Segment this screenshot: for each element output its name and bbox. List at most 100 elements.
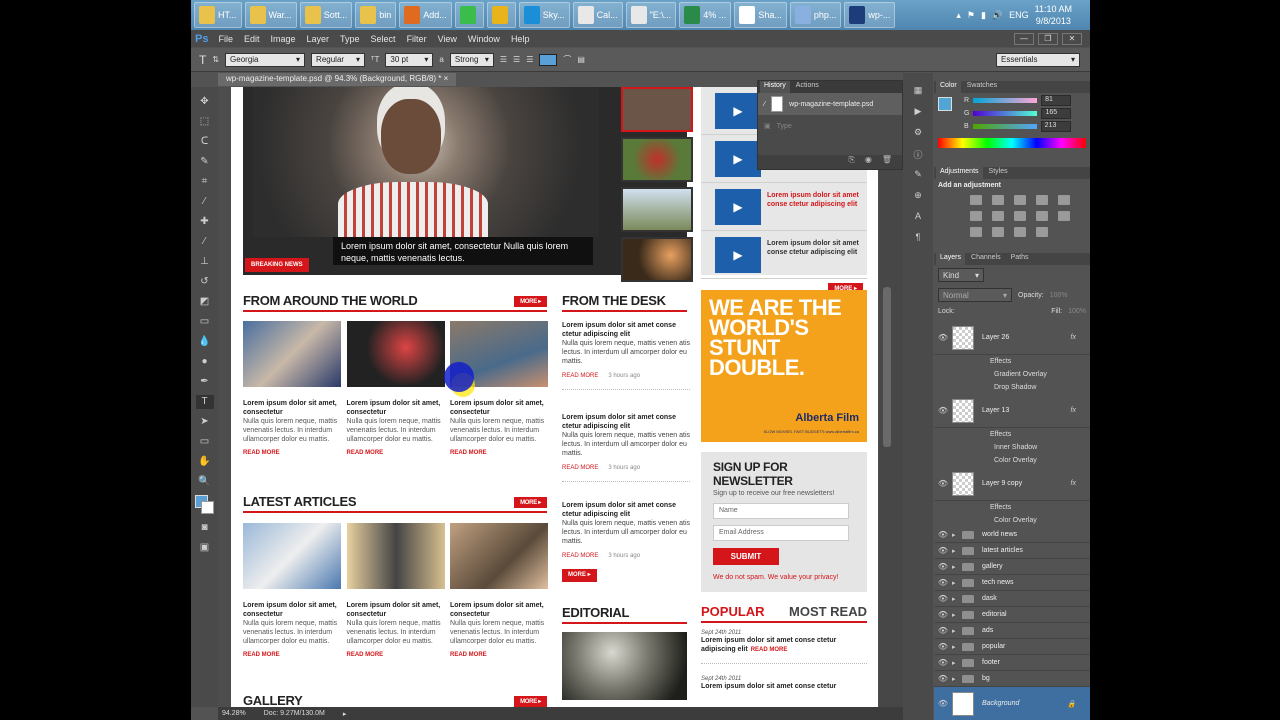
menu-image[interactable]: Image bbox=[271, 34, 296, 44]
article-title[interactable]: Lorem ipsum dolor sit amet, consectetur bbox=[347, 399, 445, 417]
healing-tool-icon[interactable]: ✚ bbox=[196, 215, 214, 229]
menu-window[interactable]: Window bbox=[468, 34, 500, 44]
paragraph-panel-icon[interactable]: ¶ bbox=[910, 232, 926, 246]
more-button[interactable]: MORE ▸ bbox=[514, 296, 547, 307]
info-panel-icon[interactable]: ⓘ bbox=[910, 148, 926, 162]
language-indicator[interactable]: ENG bbox=[1009, 10, 1029, 20]
orientation-icon[interactable]: ⇅ bbox=[212, 55, 219, 64]
expand-arrow-icon[interactable]: ▸ bbox=[952, 675, 962, 683]
layer-group[interactable]: 👁 ▸ footer bbox=[934, 655, 1090, 671]
eraser-tool-icon[interactable]: ◩ bbox=[196, 295, 214, 309]
marquee-tool-icon[interactable]: ⬚ bbox=[196, 115, 214, 129]
popular-title[interactable]: Lorem ipsum dolor sit amet conse ctetur … bbox=[701, 636, 867, 655]
tab-layers[interactable]: Layers bbox=[936, 253, 966, 265]
tab-color[interactable]: Color bbox=[936, 81, 961, 93]
menu-edit[interactable]: Edit bbox=[244, 34, 260, 44]
email-field[interactable]: Email Address bbox=[713, 525, 849, 541]
restore-button[interactable]: ❐ bbox=[1038, 32, 1058, 45]
layer-row[interactable]: 👁 Layer 13 fx bbox=[934, 394, 1090, 428]
read-more-link[interactable]: READ MORE bbox=[450, 652, 548, 658]
warp-text-icon[interactable]: ⌒ bbox=[563, 54, 571, 65]
screen-mode-icon[interactable]: ▣ bbox=[196, 541, 214, 555]
article-image[interactable] bbox=[346, 523, 445, 589]
zoom-level[interactable]: 94.28% bbox=[222, 710, 246, 717]
pen-tool-icon[interactable]: ✒ bbox=[196, 375, 214, 389]
visibility-eye-icon[interactable]: 👁 bbox=[934, 626, 952, 635]
lasso-tool-icon[interactable]: ᑕ bbox=[196, 135, 214, 149]
text-color-swatch[interactable] bbox=[539, 53, 558, 66]
fx-icon[interactable]: fx bbox=[1071, 480, 1076, 487]
article-title[interactable]: Lorem ipsum dolor sit amet, consectetur bbox=[347, 601, 445, 619]
dodge-tool-icon[interactable]: ● bbox=[196, 355, 214, 369]
read-more-link[interactable]: READ MORE bbox=[562, 553, 598, 559]
desk-title[interactable]: Lorem ipsum dolor sit amet conse ctetur … bbox=[562, 501, 690, 519]
menu-type[interactable]: Type bbox=[340, 34, 360, 44]
actions-panel-icon[interactable]: ▶ bbox=[910, 106, 926, 120]
vibrance-icon[interactable] bbox=[1058, 195, 1070, 205]
taskbar-button[interactable]: "E:\... bbox=[625, 2, 677, 28]
brush-panel-icon[interactable]: ✎ bbox=[910, 169, 926, 183]
color-swatches[interactable] bbox=[194, 495, 215, 515]
expand-arrow-icon[interactable]: ▸ bbox=[952, 659, 962, 667]
tab-actions[interactable]: Actions bbox=[792, 81, 823, 93]
antialias-select[interactable]: Strong ▾ bbox=[449, 52, 494, 67]
align-center-icon[interactable]: ☰ bbox=[513, 55, 520, 64]
eyedropper-tool-icon[interactable]: ⁄ bbox=[196, 195, 214, 209]
opacity-value[interactable]: 100% bbox=[1050, 292, 1068, 299]
quick-select-tool-icon[interactable]: ✎ bbox=[196, 155, 214, 169]
red-slider[interactable]: R 81 bbox=[964, 95, 1090, 106]
new-doc-icon[interactable]: ⎘ bbox=[848, 155, 854, 169]
layer-group[interactable]: 👁 ▸ dask bbox=[934, 591, 1090, 607]
menu-view[interactable]: View bbox=[438, 34, 457, 44]
video-item[interactable]: ▶ Lorem ipsum dolor sit amet conse ctetur… bbox=[701, 183, 867, 231]
effect-row[interactable]: Color Overlay bbox=[934, 514, 1090, 527]
menu-file[interactable]: File bbox=[218, 34, 233, 44]
history-brush-icon[interactable]: ↺ bbox=[196, 275, 214, 289]
history-panel-icon[interactable]: ▦ bbox=[910, 85, 926, 99]
network-icon[interactable]: ▮ bbox=[981, 10, 986, 21]
tab-swatches[interactable]: Swatches bbox=[963, 81, 1001, 93]
visibility-eye-icon[interactable]: 👁 bbox=[934, 546, 952, 555]
zoom-tool-icon[interactable]: 🔍 bbox=[196, 475, 214, 489]
effect-row[interactable]: Color Overlay bbox=[934, 454, 1090, 467]
visibility-eye-icon[interactable]: 👁 bbox=[934, 610, 952, 619]
expand-arrow-icon[interactable]: ▸ bbox=[952, 627, 962, 635]
read-more-link[interactable]: READ MORE bbox=[450, 450, 548, 456]
taskbar-button[interactable]: Add... bbox=[399, 2, 452, 28]
properties-panel-icon[interactable]: ⚙ bbox=[910, 127, 926, 141]
document-canvas[interactable]: Lorem ipsum dolor sit amet, consectetur … bbox=[231, 87, 878, 707]
color-spectrum[interactable] bbox=[938, 138, 1086, 148]
threshold-icon[interactable] bbox=[1014, 227, 1026, 237]
fx-icon[interactable]: fx bbox=[1071, 334, 1076, 341]
bw-icon[interactable] bbox=[1014, 211, 1026, 221]
menu-layer[interactable]: Layer bbox=[307, 34, 330, 44]
layer-group[interactable]: 👁 ▸ latest articles bbox=[934, 543, 1090, 559]
layer-group[interactable]: 👁 ▸ bg bbox=[934, 671, 1090, 687]
tab-popular[interactable]: POPULAR bbox=[701, 604, 765, 619]
fx-icon[interactable]: fx bbox=[1071, 407, 1076, 414]
read-more-link[interactable]: READ MORE bbox=[562, 465, 598, 471]
visibility-eye-icon[interactable]: 👁 bbox=[934, 562, 952, 571]
hero-thumb[interactable] bbox=[621, 187, 693, 232]
editorial-image[interactable] bbox=[562, 632, 687, 700]
hero-thumb[interactable] bbox=[621, 87, 693, 132]
clone-panel-icon[interactable]: ⊕ bbox=[910, 190, 926, 204]
play-icon[interactable]: ▶ bbox=[715, 189, 761, 225]
doc-size[interactable]: Doc: 9.27M/130.0M bbox=[264, 710, 325, 717]
taskbar-button[interactable]: HT... bbox=[194, 2, 242, 28]
hand-tool-icon[interactable]: ✋ bbox=[196, 455, 214, 469]
expand-arrow-icon[interactable]: ▸ bbox=[952, 531, 962, 539]
effect-row[interactable]: Drop Shadow bbox=[934, 381, 1090, 394]
crop-tool-icon[interactable]: ⌗ bbox=[196, 175, 214, 189]
read-more-link[interactable]: READ MORE bbox=[562, 373, 598, 379]
tab-most-read[interactable]: MOST READ bbox=[789, 604, 867, 619]
video-title[interactable]: Lorem ipsum dolor sit amet conse ctetur … bbox=[767, 191, 859, 209]
photo-filter-icon[interactable] bbox=[1036, 211, 1048, 221]
expand-arrow-icon[interactable]: ▸ bbox=[952, 563, 962, 571]
article-image[interactable] bbox=[243, 321, 341, 387]
green-slider[interactable]: G 165 bbox=[964, 108, 1090, 119]
layer-group[interactable]: 👁 ▸ ads bbox=[934, 623, 1090, 639]
article-image[interactable] bbox=[346, 321, 445, 387]
visibility-eye-icon[interactable]: 👁 bbox=[934, 642, 952, 651]
play-icon[interactable]: ▶ bbox=[715, 237, 761, 273]
